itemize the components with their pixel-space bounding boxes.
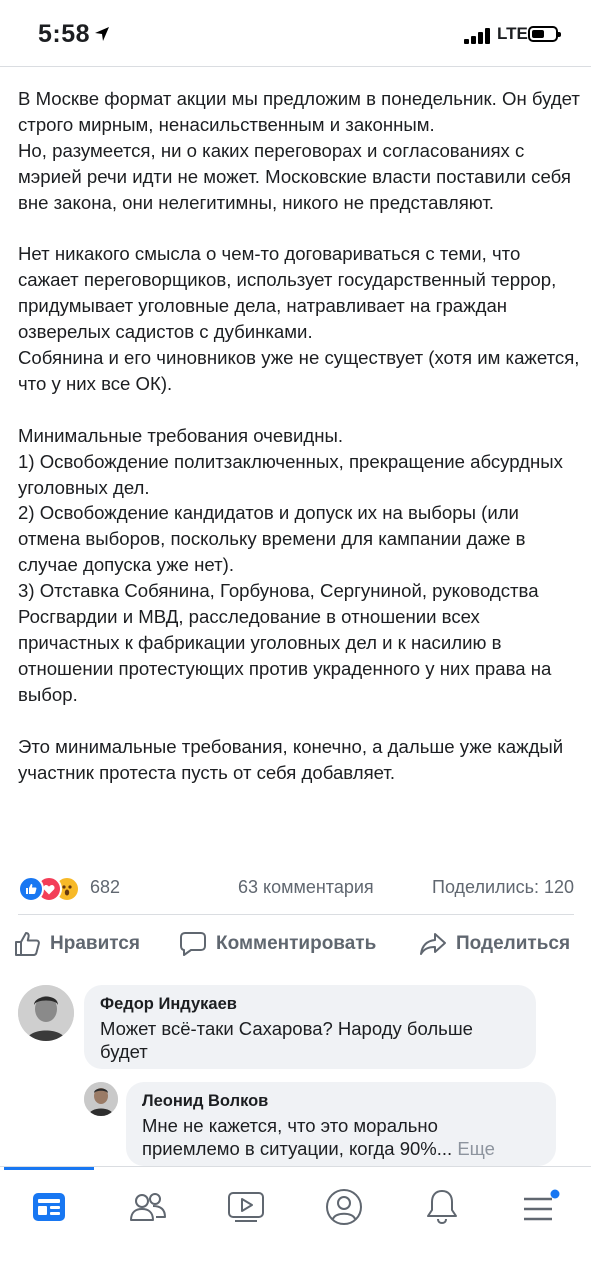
tab-notifications[interactable] xyxy=(420,1185,464,1229)
post-paragraph: В Москве формат акции мы предложим в пон… xyxy=(18,88,580,213)
comment-button[interactable]: Комментировать xyxy=(179,930,376,958)
shares-count[interactable]: Поделились: 120 xyxy=(432,877,574,898)
comment-icon xyxy=(180,932,206,956)
comments-count[interactable]: 63 комментария xyxy=(238,877,374,898)
friends-icon xyxy=(130,1193,166,1221)
avatar[interactable] xyxy=(18,985,74,1041)
active-tab-indicator xyxy=(4,1167,94,1170)
comment-text: Мне не кажется, что это морально приемле… xyxy=(142,1114,540,1160)
like-reaction-icon xyxy=(18,876,44,902)
tab-watch[interactable] xyxy=(224,1185,268,1229)
comment-text-content: Мне не кажется, что это морально приемле… xyxy=(142,1115,453,1159)
post-actions: Нравится Комментировать Поделиться xyxy=(0,916,591,972)
status-bar: 5:58 LTE xyxy=(0,0,591,66)
post-paragraph: Это минимальные требования, конечно, а д… xyxy=(18,735,564,783)
reactions-summary[interactable] xyxy=(18,876,88,902)
profile-icon xyxy=(326,1189,362,1225)
battery-icon xyxy=(528,26,561,42)
comment-author[interactable]: Леонид Волков xyxy=(142,1092,540,1111)
comment-reply: Леонид Волков Мне не кажется, что это мо… xyxy=(0,1080,591,1166)
notifications-icon xyxy=(427,1190,457,1225)
news-feed-icon xyxy=(33,1193,65,1221)
post-paragraph: Нет никакого смысла о чем-то договариват… xyxy=(18,243,580,394)
tab-menu[interactable] xyxy=(518,1185,562,1229)
thumbs-up-icon xyxy=(15,932,40,956)
avatar[interactable] xyxy=(84,1082,118,1116)
comment-text: Может всё-таки Сахарова? Народу больше б… xyxy=(100,1018,473,1062)
see-more-link[interactable]: Еще xyxy=(457,1138,495,1159)
comment-bubble[interactable]: Леонид Волков Мне не кажется, что это мо… xyxy=(126,1082,556,1166)
tab-friends[interactable] xyxy=(126,1185,170,1229)
comment-button-label: Комментировать xyxy=(216,933,377,954)
comment-item: Федор Индукаев Может всё-таки Сахарова? … xyxy=(0,982,591,1070)
watch-icon xyxy=(228,1192,264,1222)
tab-news-feed[interactable] xyxy=(27,1185,71,1229)
header-divider xyxy=(0,66,591,67)
share-button-label: Поделиться xyxy=(456,933,571,954)
network-type: LTE xyxy=(497,24,528,43)
cellular-signal-icon xyxy=(464,28,494,44)
post-paragraph: Минимальные требования очевидны. 1) Осво… xyxy=(18,424,563,705)
reaction-count[interactable]: 682 xyxy=(90,877,120,898)
bottom-tab-bar xyxy=(0,1166,591,1281)
like-button-label: Нравится xyxy=(50,933,140,954)
post-body: В Москве формат акции мы предложим в пон… xyxy=(18,86,580,811)
like-button[interactable]: Нравится xyxy=(14,930,140,958)
comment-author[interactable]: Федор Индукаев xyxy=(100,995,520,1014)
post-stats: 682 63 комментария Поделились: 120 xyxy=(18,876,574,902)
location-arrow-icon xyxy=(95,27,109,41)
share-arrow-icon xyxy=(420,933,446,955)
tab-profile[interactable] xyxy=(322,1185,366,1229)
comment-bubble[interactable]: Федор Индукаев Может всё-таки Сахарова? … xyxy=(84,985,536,1069)
status-time: 5:58 xyxy=(38,20,91,48)
menu-icon xyxy=(524,1189,560,1221)
share-button[interactable]: Поделиться xyxy=(419,930,570,958)
stats-divider xyxy=(18,914,574,915)
